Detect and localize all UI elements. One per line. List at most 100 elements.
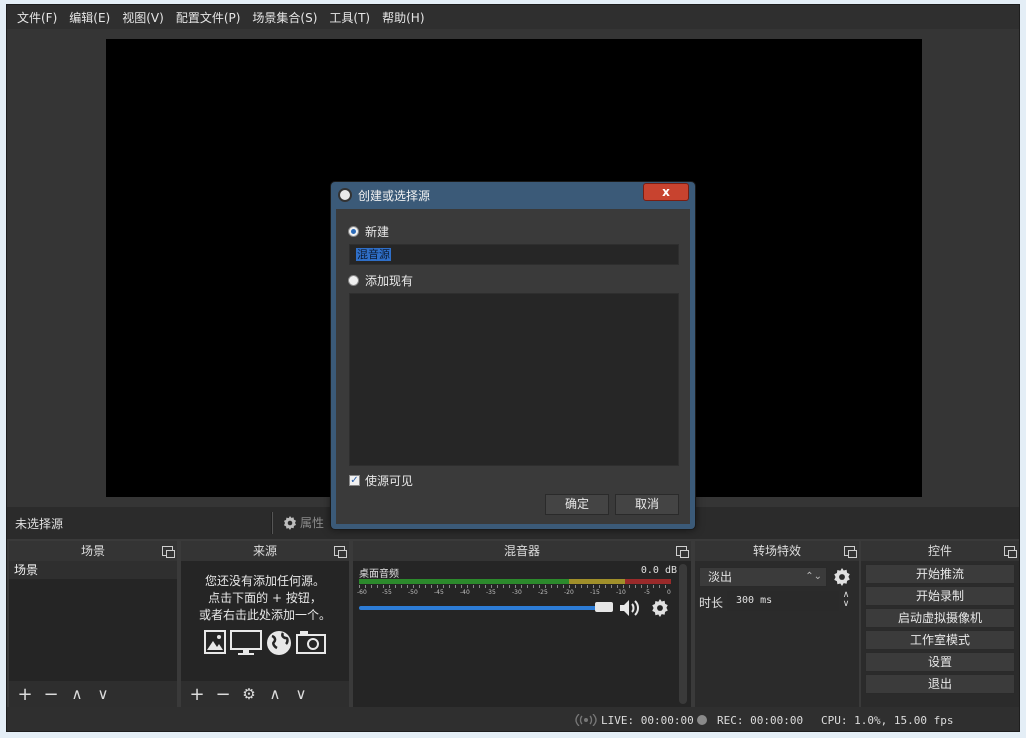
properties-label: 属性 <box>300 516 325 530</box>
studio-mode-button[interactable]: 工作室模式 <box>865 630 1015 650</box>
volume-db-readout: 0.0 dB <box>640 565 677 576</box>
status-bar: LIVE: 00:00:00 REC: 00:00:00 CPU: 1.0%, … <box>7 707 1019 731</box>
gear-icon[interactable] <box>651 599 669 617</box>
tick-label: -45 <box>434 589 444 596</box>
transitions-title-label: 转场特效 <box>752 544 801 558</box>
sources-list[interactable]: 您还没有添加任何源。 点击下面的 + 按钮， 或者右击此处添加一个。 + − ⚙… <box>181 561 349 707</box>
stepper-down-icon[interactable]: ∨ <box>839 600 853 609</box>
settings-button[interactable]: 设置 <box>865 652 1015 672</box>
tick-label: -60 <box>357 589 367 596</box>
dialog-body: 新建 混音源 添加现有 ✓ 使源可见 确定 取消 <box>336 209 690 524</box>
undock-icon[interactable] <box>844 546 857 558</box>
make-visible-checkbox[interactable]: ✓ <box>349 475 360 486</box>
tick-label: -50 <box>408 589 418 596</box>
start-streaming-button[interactable]: 开始推流 <box>865 564 1015 584</box>
existing-sources-list[interactable] <box>349 293 679 466</box>
ok-button[interactable]: 确定 <box>545 494 609 515</box>
move-up-icon[interactable]: ∧ <box>69 685 85 703</box>
radio-existing-label: 添加现有 <box>365 274 414 288</box>
add-icon[interactable]: + <box>189 684 205 705</box>
tick-label: -10 <box>616 589 626 596</box>
sources-title-label: 来源 <box>252 544 277 558</box>
menu-profile[interactable]: 配置文件(P) <box>170 9 247 26</box>
controls-dock-title: 控件 <box>861 541 1019 561</box>
camera-icon <box>296 631 326 654</box>
hint-line: 点击下面的 + 按钮， <box>208 591 322 605</box>
dialog-title-bar[interactable]: 创建或选择源 x <box>331 182 695 208</box>
meter-tick-labels: -60 -55 -50 -45 -40 -35 -30 -25 -20 -15 … <box>357 585 675 599</box>
source-name-input[interactable]: 混音源 <box>349 244 679 265</box>
gear-icon[interactable] <box>833 568 851 586</box>
volume-slider-track[interactable] <box>359 606 609 610</box>
menu-view[interactable]: 视图(V) <box>116 9 170 26</box>
exit-button[interactable]: 退出 <box>865 674 1015 694</box>
undock-icon[interactable] <box>162 546 175 558</box>
mixer-title-label: 混音器 <box>503 544 540 558</box>
undock-icon[interactable] <box>334 546 347 558</box>
gear-icon <box>283 515 297 530</box>
undock-icon[interactable] <box>1004 546 1017 558</box>
globe-icon <box>267 631 291 655</box>
hint-line: 或者右击此处添加一个。 <box>198 608 331 622</box>
move-up-icon[interactable]: ∧ <box>267 685 283 703</box>
undock-icon[interactable] <box>676 546 689 558</box>
duration-stepper[interactable]: ∧ ∨ <box>839 591 853 611</box>
tick-label: -55 <box>382 589 392 596</box>
image-icon <box>204 630 226 654</box>
monitor-icon <box>230 630 262 655</box>
tick-label: -35 <box>486 589 496 596</box>
mixer-scrollbar[interactable] <box>679 564 687 704</box>
start-recording-button[interactable]: 开始录制 <box>865 586 1015 606</box>
dialog-title: 创建或选择源 <box>358 189 431 203</box>
create-new-option[interactable]: 新建 <box>348 223 389 240</box>
scenes-title-label: 场景 <box>80 544 105 558</box>
tick-label: -25 <box>538 589 548 596</box>
make-visible-option[interactable]: ✓ 使源可见 <box>349 472 413 489</box>
menu-tools[interactable]: 工具(T) <box>323 9 376 26</box>
desktop-audio-label: 桌面音频 <box>359 569 399 580</box>
menu-scene-collection[interactable]: 场景集合(S) <box>246 9 323 26</box>
make-visible-label: 使源可见 <box>365 474 414 488</box>
record-dot-icon <box>697 715 707 725</box>
remove-icon[interactable]: − <box>215 684 231 705</box>
sources-dock: 来源 您还没有添加任何源。 点击下面的 + 按钮， 或者右击此处添加一个。 + … <box>181 541 349 707</box>
radio-existing[interactable] <box>348 275 359 286</box>
volume-slider-handle[interactable] <box>595 602 613 612</box>
add-icon[interactable]: + <box>17 684 33 705</box>
scene-list-item[interactable]: 场景 <box>9 561 177 579</box>
live-timer: LIVE: 00:00:00 <box>601 714 694 727</box>
gear-icon[interactable]: ⚙ <box>241 685 257 703</box>
transition-select[interactable]: 淡出 ⌃⌄ <box>699 567 827 587</box>
tick-label: -5 <box>644 589 650 596</box>
duration-value: 300 ms <box>736 595 773 606</box>
tick-label: -30 <box>512 589 522 596</box>
transitions-dock-title: 转场特效 <box>695 541 859 561</box>
source-name-value: 混音源 <box>356 248 391 261</box>
tick-label: 0 <box>667 589 671 596</box>
move-down-icon[interactable]: ∨ <box>293 685 309 703</box>
duration-spinbox[interactable]: 300 ms <box>727 591 839 611</box>
obs-logo-icon <box>338 188 352 202</box>
properties-button[interactable]: 属性 <box>283 514 324 531</box>
radio-new-label: 新建 <box>365 225 390 239</box>
radio-new[interactable] <box>348 226 359 237</box>
menu-edit[interactable]: 编辑(E) <box>63 9 116 26</box>
remove-icon[interactable]: − <box>43 684 59 705</box>
menu-file[interactable]: 文件(F) <box>11 9 63 26</box>
cancel-button[interactable]: 取消 <box>615 494 679 515</box>
broadcast-icon <box>575 714 597 726</box>
menu-help[interactable]: 帮助(H) <box>376 9 430 26</box>
close-button[interactable]: x <box>643 183 689 201</box>
spin-arrows-icon: ⌃⌄ <box>805 571 822 582</box>
scenes-dock: 场景 场景 + − ∧ ∨ <box>9 541 177 707</box>
add-existing-option[interactable]: 添加现有 <box>348 272 413 289</box>
speaker-icon[interactable] <box>619 599 643 617</box>
move-down-icon[interactable]: ∨ <box>95 685 111 703</box>
transitions-dock: 转场特效 淡出 ⌃⌄ 时长 300 ms ∧ ∨ <box>695 541 859 707</box>
start-virtual-camera-button[interactable]: 启动虚拟摄像机 <box>865 608 1015 628</box>
controls-body: 开始推流 开始录制 启动虚拟摄像机 工作室模式 设置 退出 <box>861 561 1019 707</box>
create-select-source-dialog: 创建或选择源 x 新建 混音源 添加现有 ✓ 使源可见 确定 取消 <box>330 181 696 530</box>
tick-label: -20 <box>564 589 574 596</box>
volume-meter <box>359 579 671 584</box>
transitions-body: 淡出 ⌃⌄ 时长 300 ms ∧ ∨ <box>695 561 859 707</box>
